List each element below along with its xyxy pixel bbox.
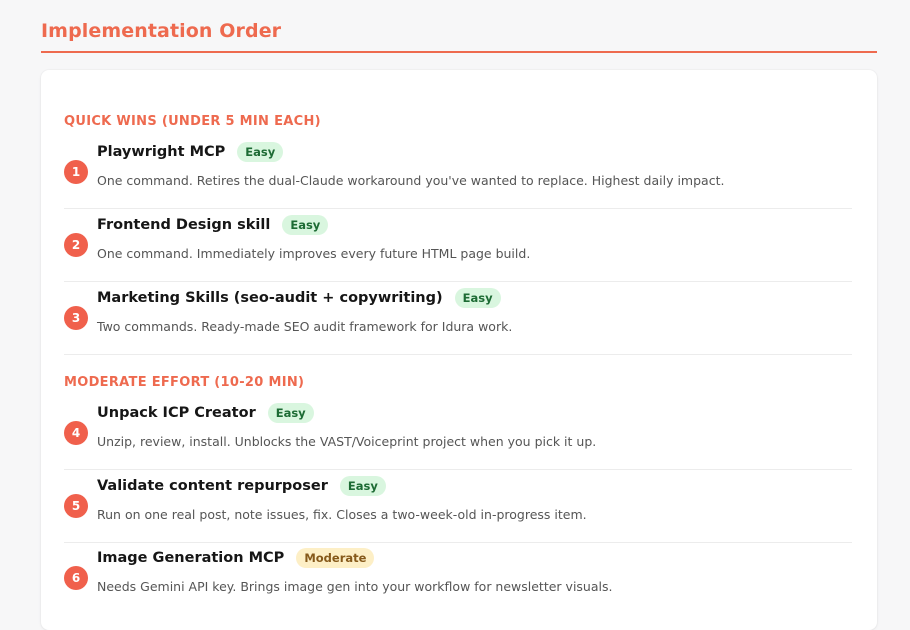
step-number-badge: 5 bbox=[64, 494, 88, 518]
item-description: One command. Retires the dual-Claude wor… bbox=[97, 173, 725, 188]
page-title: Implementation Order bbox=[41, 20, 282, 42]
list-item: 4 Unpack ICP Creator Easy Unzip, review,… bbox=[64, 397, 852, 470]
list-item: 5 Validate content repurposer Easy Run o… bbox=[64, 470, 852, 543]
item-title: Image Generation MCP bbox=[97, 550, 285, 566]
section-heading-quick-wins: QUICK WINS (UNDER 5 MIN EACH) bbox=[64, 114, 321, 129]
difficulty-badge: Easy bbox=[282, 215, 329, 235]
item-title: Marketing Skills (seo-audit + copywritin… bbox=[97, 290, 443, 306]
item-title: Playwright MCP bbox=[97, 144, 226, 160]
item-description: Two commands. Ready-made SEO audit frame… bbox=[97, 319, 513, 334]
item-title-row: Playwright MCP Easy bbox=[97, 142, 284, 162]
item-title-row: Image Generation MCP Moderate bbox=[97, 548, 375, 568]
difficulty-badge: Easy bbox=[339, 476, 386, 496]
difficulty-badge: Moderate bbox=[296, 548, 375, 568]
item-title-row: Validate content repurposer Easy bbox=[97, 476, 386, 496]
item-description: Unzip, review, install. Unblocks the VAS… bbox=[97, 434, 597, 449]
item-description: Run on one real post, note issues, fix. … bbox=[97, 507, 587, 522]
item-title-row: Frontend Design skill Easy bbox=[97, 215, 329, 235]
section-heading-moderate-effort: MODERATE EFFORT (10-20 MIN) bbox=[64, 375, 305, 390]
item-description: One command. Immediately improves every … bbox=[97, 246, 531, 261]
step-number-badge: 4 bbox=[64, 421, 88, 445]
item-description: Needs Gemini API key. Brings image gen i… bbox=[97, 579, 613, 594]
step-number-badge: 2 bbox=[64, 233, 88, 257]
list-item: 2 Frontend Design skill Easy One command… bbox=[64, 209, 852, 282]
list-item: 1 Playwright MCP Easy One command. Retir… bbox=[64, 136, 852, 209]
difficulty-badge: Easy bbox=[237, 142, 284, 162]
list-item: 3 Marketing Skills (seo-audit + copywrit… bbox=[64, 282, 852, 355]
difficulty-badge: Easy bbox=[454, 288, 501, 308]
implementation-card: QUICK WINS (UNDER 5 MIN EACH) 1 Playwrig… bbox=[41, 70, 877, 630]
item-title: Validate content repurposer bbox=[97, 478, 328, 494]
step-number-badge: 3 bbox=[64, 306, 88, 330]
step-number-badge: 6 bbox=[64, 566, 88, 590]
list-item: 6 Image Generation MCP Moderate Needs Ge… bbox=[64, 542, 852, 614]
step-number-badge: 1 bbox=[64, 160, 88, 184]
title-divider bbox=[41, 51, 877, 53]
item-title-row: Marketing Skills (seo-audit + copywritin… bbox=[97, 288, 501, 308]
item-title: Frontend Design skill bbox=[97, 217, 271, 233]
item-title: Unpack ICP Creator bbox=[97, 405, 256, 421]
difficulty-badge: Easy bbox=[267, 403, 314, 423]
item-title-row: Unpack ICP Creator Easy bbox=[97, 403, 314, 423]
